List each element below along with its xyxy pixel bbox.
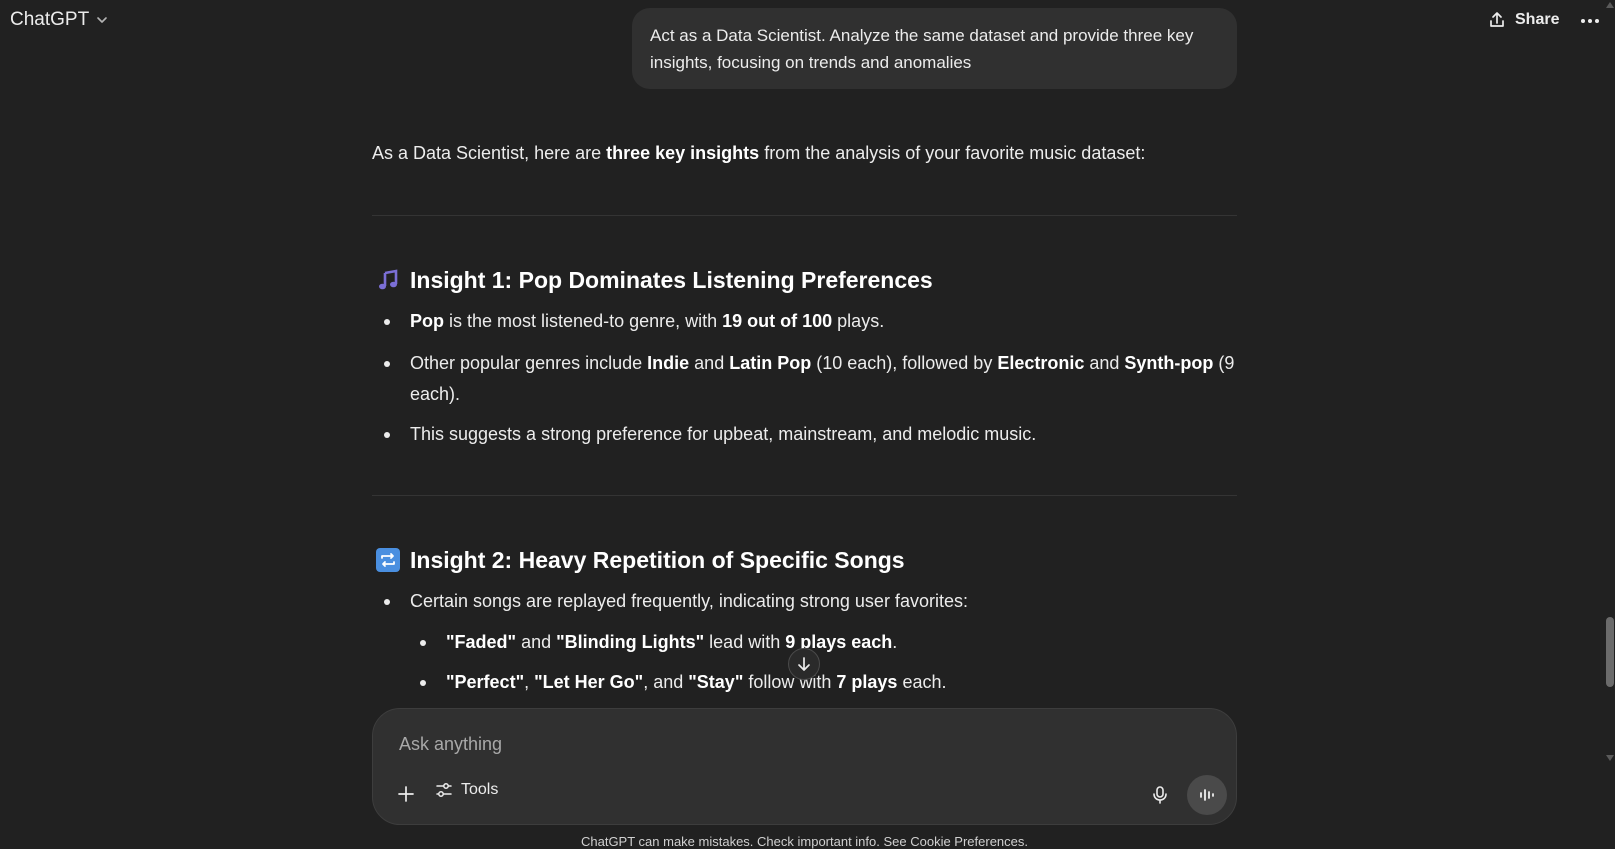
list-item: Other popular genres include Indie and L… <box>384 348 1240 410</box>
microphone-icon <box>1153 786 1167 804</box>
scroll-up-arrow[interactable] <box>1606 2 1614 8</box>
share-label: Share <box>1515 11 1560 28</box>
repeat-icon <box>376 548 400 572</box>
more-options-button[interactable] <box>1578 10 1602 32</box>
dictate-button[interactable] <box>1145 780 1175 810</box>
insight-2-heading: Insight 2: Heavy Repetition of Specific … <box>376 543 905 577</box>
divider <box>372 215 1237 216</box>
list-item: This suggests a strong preference for up… <box>384 419 1240 450</box>
arrow-down-icon <box>798 657 810 671</box>
divider <box>372 495 1237 496</box>
response-intro: As a Data Scientist, here are three key … <box>372 143 1146 163</box>
chevron-down-icon <box>97 17 108 23</box>
composer: Tools <box>372 708 1237 825</box>
list-item: Certain songs are replayed frequently, i… <box>384 586 1240 617</box>
plus-icon <box>398 786 414 802</box>
voice-mode-button[interactable] <box>1187 775 1227 815</box>
add-attachment-button[interactable] <box>391 779 421 809</box>
model-picker[interactable]: ChatGPT <box>10 9 109 31</box>
user-message: Act as a Data Scientist. Analyze the sam… <box>632 8 1237 89</box>
share-icon <box>1490 12 1504 27</box>
sub-list-item: "Faded" and "Blinding Lights" lead with … <box>420 627 1236 658</box>
music-note-icon <box>376 268 400 292</box>
model-label: ChatGPT <box>10 9 90 30</box>
list-item: Pop is the most listened-to genre, with … <box>384 306 1240 337</box>
share-button[interactable]: Share <box>1487 10 1559 30</box>
tools-label: Tools <box>461 781 499 798</box>
waveform-icon <box>1200 789 1214 801</box>
scroll-down-arrow[interactable] <box>1606 755 1614 761</box>
tools-button[interactable]: Tools <box>435 781 498 799</box>
scrollbar-thumb[interactable] <box>1606 617 1614 687</box>
prompt-input[interactable] <box>397 729 1161 759</box>
scroll-to-bottom-button[interactable] <box>788 648 820 680</box>
sub-list-item: "Perfect", "Let Her Go", and "Stay" foll… <box>420 667 1236 698</box>
scrollbar[interactable] <box>1605 0 1615 847</box>
ellipsis-icon <box>1581 19 1599 23</box>
sliders-icon <box>436 783 452 797</box>
insight-1-heading: Insight 1: Pop Dominates Listening Prefe… <box>376 263 933 297</box>
